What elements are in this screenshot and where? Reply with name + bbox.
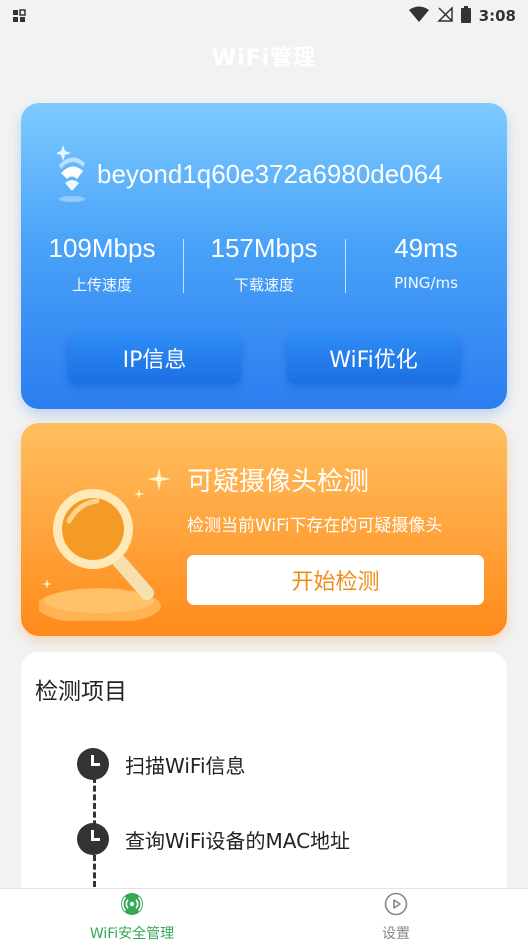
stat-label: 下载速度 [233, 276, 294, 294]
nav-item-wifi-security[interactable]: WiFi安全管理 [0, 889, 264, 946]
nav-label: WiFi安全管理 [89, 926, 175, 942]
clock-icon [77, 748, 109, 780]
detect-items-title: 检测项目 [35, 679, 127, 705]
wifi-info-card: beyond1q60e372a6980de064 109Mbps 上传速度 15… [21, 103, 507, 409]
status-bar: 3:08 [0, 0, 528, 32]
stat-label: PING/ms [394, 274, 458, 292]
stat-value: 157Mbps [210, 233, 318, 263]
wifi-optimize-button[interactable]: WiFi优化 [287, 333, 460, 383]
wifi-signal-icon [120, 892, 144, 920]
list-item: 查询WiFi设备的MAC地址 [77, 823, 350, 855]
camera-detect-card: 可疑摄像头检测 检测当前WiFi下存在的可疑摄像头 开始检测 [21, 423, 507, 636]
no-signal-icon [436, 6, 453, 26]
upload-speed-stat: 109Mbps 上传速度 [21, 233, 183, 295]
speed-stats: 109Mbps 上传速度 157Mbps 下载速度 49ms PING/ms [21, 233, 507, 295]
status-time: 3:08 [478, 7, 516, 25]
battery-icon [460, 5, 471, 27]
ip-info-button[interactable]: IP信息 [68, 333, 241, 383]
nav-item-settings[interactable]: 设置 [264, 889, 528, 946]
detect-item-label: 查询WiFi设备的MAC地址 [125, 828, 351, 853]
start-detect-button[interactable]: 开始检测 [187, 555, 484, 605]
download-speed-stat: 157Mbps 下载速度 [183, 233, 345, 295]
nav-label: 设置 [382, 926, 410, 942]
wifi-ssid: beyond1q60e372a6980de064 [97, 158, 443, 189]
clock-icon [77, 823, 109, 855]
stat-label: 上传速度 [71, 276, 132, 294]
page-title: WiFi管理 [211, 46, 317, 71]
wifi-status-icon [408, 6, 429, 26]
stat-value: 49ms [394, 233, 458, 263]
list-item: 扫描WiFi信息 [77, 748, 246, 780]
ping-stat: 49ms PING/ms [345, 233, 507, 295]
camera-detect-description: 检测当前WiFi下存在的可疑摄像头 [187, 516, 443, 536]
app-grid-icon [12, 9, 26, 23]
bottom-nav: WiFi安全管理 设置 [0, 888, 528, 946]
stat-value: 109Mbps [48, 233, 156, 263]
detect-item-label: 扫描WiFi信息 [125, 753, 246, 778]
magnifier-icon [37, 461, 189, 624]
wifi-signal-icon [55, 143, 87, 205]
play-circle-icon [384, 892, 408, 920]
camera-detect-title: 可疑摄像头检测 [187, 467, 370, 497]
